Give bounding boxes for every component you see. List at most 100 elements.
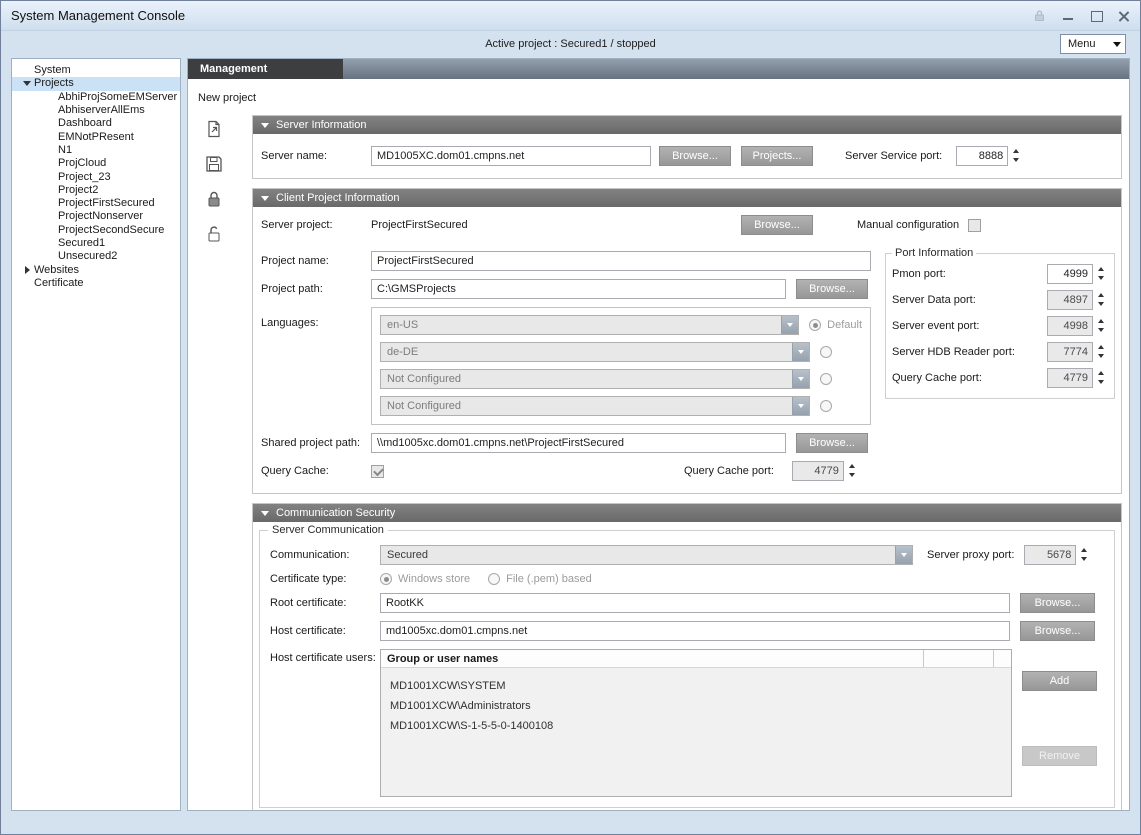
server-project-label: Server project: (261, 219, 371, 231)
spin-arrows-icon[interactable] (1095, 264, 1108, 284)
new-project-button[interactable] (202, 117, 226, 141)
communication-dropdown[interactable]: Secured (380, 545, 913, 565)
tree-item-n1[interactable]: N1 (12, 144, 180, 157)
expander-right-icon[interactable] (20, 266, 34, 274)
user-list-item[interactable]: MD1001XCW\S-1-5-5-0-1400108 (381, 716, 1011, 736)
language-dropdown-1[interactable]: en-US (380, 315, 799, 335)
user-list-item[interactable]: MD1001XCW\SYSTEM (381, 676, 1011, 696)
tree-item-unsecured2[interactable]: Unsecured2 (12, 250, 180, 263)
tree-item-certificate[interactable]: Certificate (12, 277, 180, 290)
server-name-input[interactable] (371, 146, 651, 166)
maximize-button[interactable] (1090, 10, 1102, 22)
windows-store-radio[interactable] (380, 573, 392, 585)
server-service-port-input[interactable] (956, 146, 1008, 166)
communication-security-header[interactable]: Communication Security (253, 504, 1121, 522)
tree-item-dashboard[interactable]: Dashboard (12, 117, 180, 130)
users-list-body: MD1001XCW\SYSTEM MD1001XCW\Administrator… (381, 668, 1011, 736)
tree-item-projectnonserver[interactable]: ProjectNonserver (12, 210, 180, 223)
new-project-icon (204, 119, 224, 139)
server-information-section: Server Information Server name: Browse..… (252, 115, 1122, 179)
tree-item-abhiserverallems[interactable]: AbhiserverAllEms (12, 104, 180, 117)
host-certificate-browse-button[interactable]: Browse... (1020, 621, 1095, 641)
add-user-button[interactable]: Add (1022, 671, 1097, 691)
window-controls (1033, 9, 1130, 22)
default-language-radio-3[interactable] (820, 373, 832, 385)
menu-dropdown[interactable]: Menu (1060, 34, 1126, 54)
tree-item-secured1[interactable]: Secured1 (12, 237, 180, 250)
root-certificate-input[interactable] (380, 593, 1010, 613)
spin-arrows-icon[interactable] (1095, 368, 1108, 388)
project-path-browse-button[interactable]: Browse... (796, 279, 868, 299)
server-data-port-input[interactable] (1047, 290, 1093, 310)
tree-item-websites[interactable]: Websites (12, 263, 180, 276)
query-cache-port-info-input[interactable] (1047, 368, 1093, 388)
project-name-input[interactable] (371, 251, 871, 271)
new-project-command[interactable]: New project (198, 92, 1129, 104)
user-list-item[interactable]: MD1001XCW\Administrators (381, 696, 1011, 716)
server-communication-group: Server Communication Communication: Secu… (259, 530, 1115, 808)
tree-item-system[interactable]: System (12, 64, 180, 77)
tree-item-projectfirstsecured[interactable]: ProjectFirstSecured (12, 197, 180, 210)
host-certificate-input[interactable] (380, 621, 1010, 641)
server-project-browse-button[interactable]: Browse... (741, 215, 813, 235)
tree-item-project-23[interactable]: Project_23 (12, 170, 180, 183)
pmon-port-label: Pmon port: (892, 268, 946, 280)
menu-dropdown-label: Menu (1061, 38, 1109, 50)
query-cache-port-input[interactable] (792, 461, 844, 481)
server-event-port-input[interactable] (1047, 316, 1093, 336)
tree-item-projectsecondsecure[interactable]: ProjectSecondSecure (12, 224, 180, 237)
communication-label: Communication: (270, 549, 380, 561)
server-proxy-port-input[interactable] (1024, 545, 1076, 565)
save-button[interactable] (202, 152, 226, 176)
language-dropdown-3[interactable]: Not Configured (380, 369, 810, 389)
spin-arrows-icon[interactable] (1078, 545, 1091, 565)
manual-configuration-checkbox[interactable] (968, 219, 981, 232)
manual-configuration-label: Manual configuration (857, 219, 959, 231)
unlock-button[interactable] (202, 222, 226, 246)
project-path-input[interactable] (371, 279, 786, 299)
spin-arrows-icon[interactable] (1095, 316, 1108, 336)
spin-arrows-icon[interactable] (1010, 146, 1023, 166)
tree-item-abhiprojsomeemserver[interactable]: AbhiProjSomeEMServer (12, 91, 180, 104)
port-information-group: Port Information Pmon port: Server Data … (885, 253, 1115, 399)
query-cache-checkbox[interactable] (371, 465, 384, 478)
server-hdb-reader-port-input[interactable] (1047, 342, 1093, 362)
pmon-port-input[interactable] (1047, 264, 1093, 284)
language-dropdown-2[interactable]: de-DE (380, 342, 810, 362)
server-data-port-label: Server Data port: (892, 294, 976, 306)
client-project-information-header[interactable]: Client Project Information (253, 189, 1121, 207)
shared-project-path-browse-button[interactable]: Browse... (796, 433, 868, 453)
close-button[interactable] (1118, 10, 1130, 22)
communication-security-section: Communication Security Server Communicat… (252, 503, 1122, 811)
default-language-radio-4[interactable] (820, 400, 832, 412)
project-name-label: Project name: (261, 255, 371, 267)
lock-button[interactable] (202, 187, 226, 211)
server-information-header[interactable]: Server Information (253, 116, 1121, 134)
language-dropdown-4[interactable]: Not Configured (380, 396, 810, 416)
server-browse-button[interactable]: Browse... (659, 146, 731, 166)
spin-arrows-icon[interactable] (1095, 342, 1108, 362)
group-or-user-names-column-header[interactable]: Group or user names (381, 650, 923, 667)
chevron-down-icon (792, 370, 809, 388)
spin-arrows-icon[interactable] (1095, 290, 1108, 310)
projects-button[interactable]: Projects... (741, 146, 813, 166)
empty-column-header (923, 650, 993, 667)
content-area: System Projects AbhiProjSomeEMServer Abh… (11, 58, 1130, 811)
tab-management[interactable]: Management (188, 59, 343, 79)
default-language-radio-1[interactable] (809, 319, 821, 331)
expander-down-icon[interactable] (20, 81, 34, 86)
pem-file-radio[interactable] (488, 573, 500, 585)
tree-item-projects[interactable]: Projects (12, 77, 180, 90)
server-proxy-port-label: Server proxy port: (927, 549, 1014, 561)
spin-arrows-icon[interactable] (846, 461, 859, 481)
tree-item-project2[interactable]: Project2 (12, 184, 180, 197)
default-language-radio-2[interactable] (820, 346, 832, 358)
tree-item-projcloud[interactable]: ProjCloud (12, 157, 180, 170)
server-project-value: ProjectFirstSecured (371, 219, 741, 231)
tree-item-emnotpresent[interactable]: EMNotPResent (12, 130, 180, 143)
save-icon (204, 154, 224, 174)
shared-project-path-input[interactable] (371, 433, 786, 453)
root-certificate-browse-button[interactable]: Browse... (1020, 593, 1095, 613)
minimize-button[interactable] (1062, 10, 1074, 22)
host-certificate-users-label: Host certificate users: (270, 649, 380, 664)
